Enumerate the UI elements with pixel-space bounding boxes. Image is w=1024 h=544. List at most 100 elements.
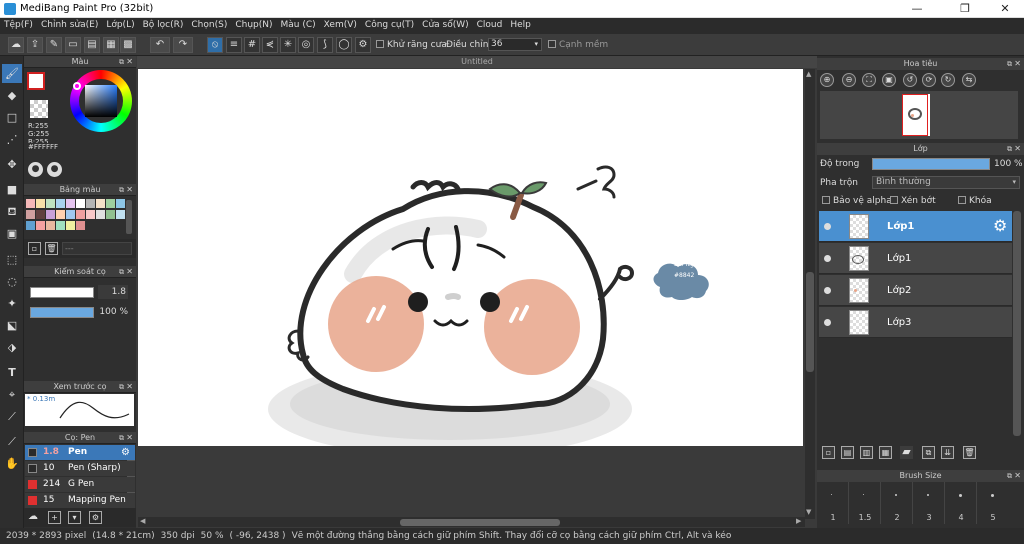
close-icon[interactable]: ✕ [1014,470,1021,482]
vanishing-point-icon[interactable]: ⋞ [262,37,278,53]
layer-row[interactable]: Lớp1 ⚙ [819,211,1012,242]
circle-snap-icon[interactable]: ◯ [336,37,352,53]
concentric-snap-icon[interactable]: ◎ [298,37,314,53]
new-1bit-layer-icon[interactable]: ▦ [879,446,892,459]
brush-settings-icon[interactable]: ⚙ [89,511,102,524]
visibility-icon[interactable] [824,319,831,326]
select-pen-icon[interactable]: ⬕ [2,316,22,335]
menu-window[interactable]: Cửa sổ(W) [418,18,472,30]
color-wheel[interactable] [70,70,132,132]
smooth-checkbox[interactable] [548,40,556,48]
undo-icon[interactable]: ↶ [150,37,170,53]
brush-tool-icon[interactable]: 🖌 [2,64,22,83]
gradient-tool-icon[interactable]: ▣ [2,224,22,243]
layer-settings-gear-icon[interactable]: ⚙ [993,216,1007,235]
select-eraser-icon[interactable]: ⬗ [2,338,22,357]
pin-icon[interactable]: ⧉ [1007,58,1012,70]
merge-down-icon[interactable]: ⇊ [941,446,954,459]
layer-row[interactable]: Lớp3 [819,307,1012,338]
lasso-tool-icon[interactable]: ◌ [2,272,22,291]
palette-swatch[interactable] [66,199,75,208]
cross-snap-icon[interactable]: # [244,37,260,53]
palette-scrollbar[interactable] [126,200,132,234]
radial-snap-icon[interactable]: ✳ [280,37,296,53]
close-icon[interactable]: ✕ [1014,58,1021,70]
fill-square-icon[interactable]: ■ [2,180,22,199]
new-8bit-layer-icon[interactable]: ▥ [860,446,873,459]
antialias-option[interactable]: Khử răng cưa [376,40,447,50]
document-icon[interactable]: ▤ [84,37,100,53]
gear-icon[interactable]: ⚙ [121,445,130,460]
restore-button[interactable]: ❐ [950,2,980,15]
palette-swatch[interactable] [116,210,125,219]
palette-swatch[interactable] [96,199,105,208]
redo-icon[interactable]: ↷ [173,37,193,53]
palette-swatch[interactable] [66,221,75,230]
menu-filter[interactable]: Bộ lọc(R) [139,18,188,30]
close-icon[interactable]: ✕ [126,56,133,68]
brush-size-cell[interactable]: 1 [817,482,849,524]
palette-swatch[interactable] [26,210,35,219]
horizontal-scroll-thumb[interactable] [400,519,560,526]
share-icon[interactable]: ⇪ [27,37,43,53]
palette-swatch[interactable] [46,221,55,230]
foreground-color-swatch[interactable] [27,72,45,90]
menu-select[interactable]: Chọn(S) [187,18,231,30]
folder-icon[interactable]: ▰ [900,446,913,459]
grid-icon[interactable]: ▩ [120,37,136,53]
palette-swatch[interactable] [56,221,65,230]
pin-icon[interactable]: ⧉ [119,184,124,196]
palette-swatch[interactable] [86,210,95,219]
brush-size-cell[interactable]: 4 [945,482,977,524]
settings-gear-icon[interactable]: ⚙ [355,37,371,53]
brush-opacity-slider[interactable] [30,307,94,318]
pin-icon[interactable]: ⧉ [119,56,124,68]
brush-size-cell[interactable]: 2 [881,482,913,524]
parallel-snap-icon[interactable]: ≡ [226,37,242,53]
scroll-left-icon[interactable]: ◀ [140,517,145,525]
brush-size-cell[interactable]: 5 [977,482,1009,524]
new-layer-icon[interactable]: ▫ [822,446,835,459]
dot-tool-icon[interactable]: ⋰ [2,130,22,149]
palette-swatch[interactable] [86,199,95,208]
menu-snap[interactable]: Chụp(N) [231,18,276,30]
rotate-reset-icon[interactable]: ⟳ [922,73,936,87]
close-icon[interactable]: ✕ [126,184,133,196]
zoom-out-icon[interactable]: ⊖ [842,73,856,87]
fit-screen-icon[interactable]: ⛶ [862,73,876,87]
move-tool-icon[interactable]: ✥ [2,155,22,174]
blend-mode-select[interactable]: Bình thường ▾ [872,176,1020,189]
palette-swatch[interactable] [46,210,55,219]
rotate-right-icon[interactable]: ↻ [941,73,955,87]
curve-snap-icon[interactable]: ⟆ [317,37,333,53]
visibility-icon[interactable] [824,223,831,230]
scroll-up-icon[interactable]: ▲ [806,70,811,78]
bucket-tool-icon[interactable]: ⛾ [2,202,22,221]
magic-wand-icon[interactable]: ✦ [2,294,22,313]
pin-icon[interactable]: ⧉ [1007,143,1012,155]
palette-swatch[interactable] [116,199,125,208]
palette-swatch[interactable] [96,210,105,219]
lock-checkbox[interactable] [958,196,966,204]
comment-icon[interactable]: ✎ [46,37,62,53]
brush-item-g-pen[interactable]: 214 G Pen [25,477,135,492]
navigator-viewport-frame[interactable] [902,94,928,136]
brush-item-mapping-pen[interactable]: 15 Mapping Pen [25,493,135,508]
new-halftone-layer-icon[interactable]: ▤ [841,446,854,459]
menu-view[interactable]: Xem(V) [320,18,361,30]
cloud-brush-icon[interactable]: ☁ [28,511,42,524]
divide-tool-icon[interactable]: ⟋ [2,407,22,426]
zoom-in-icon[interactable]: ⊕ [820,73,834,87]
clipping-checkbox[interactable] [890,196,898,204]
brush-size-slider[interactable] [30,287,94,298]
scroll-down-icon[interactable]: ▼ [806,508,811,516]
palette-swatch[interactable] [66,210,75,219]
menu-edit[interactable]: Chỉnh sửa(E) [37,18,102,30]
menu-help[interactable]: Help [506,18,535,30]
palette-swatch[interactable] [76,199,85,208]
chevron-down-icon[interactable]: ▾ [1012,177,1016,188]
visibility-icon[interactable] [824,255,831,262]
menu-cloud[interactable]: Cloud [473,18,507,30]
clipping-option[interactable]: Xén bớt [890,196,936,206]
layer-list-scrollbar[interactable] [1013,211,1021,436]
